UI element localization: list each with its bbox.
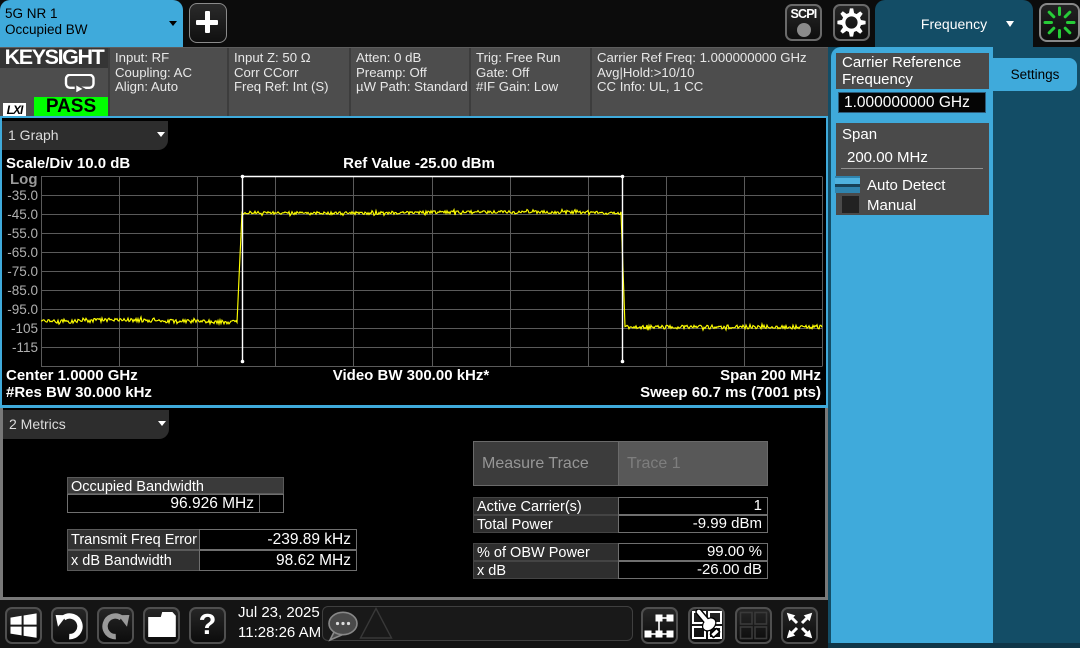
svg-text:-105: -105 (11, 321, 38, 336)
svg-text:-45.0: -45.0 (7, 207, 38, 222)
svg-text:-95.0: -95.0 (7, 302, 38, 317)
svg-text:Log: Log (10, 171, 38, 188)
svg-text:-115: -115 (12, 340, 38, 355)
svg-text:-55.0: -55.0 (7, 226, 38, 241)
svg-text:-85.0: -85.0 (7, 283, 38, 298)
svg-text:-75.0: -75.0 (7, 264, 38, 279)
svg-text:-65.0: -65.0 (7, 245, 38, 260)
svg-text:-35.0: -35.0 (7, 188, 38, 203)
